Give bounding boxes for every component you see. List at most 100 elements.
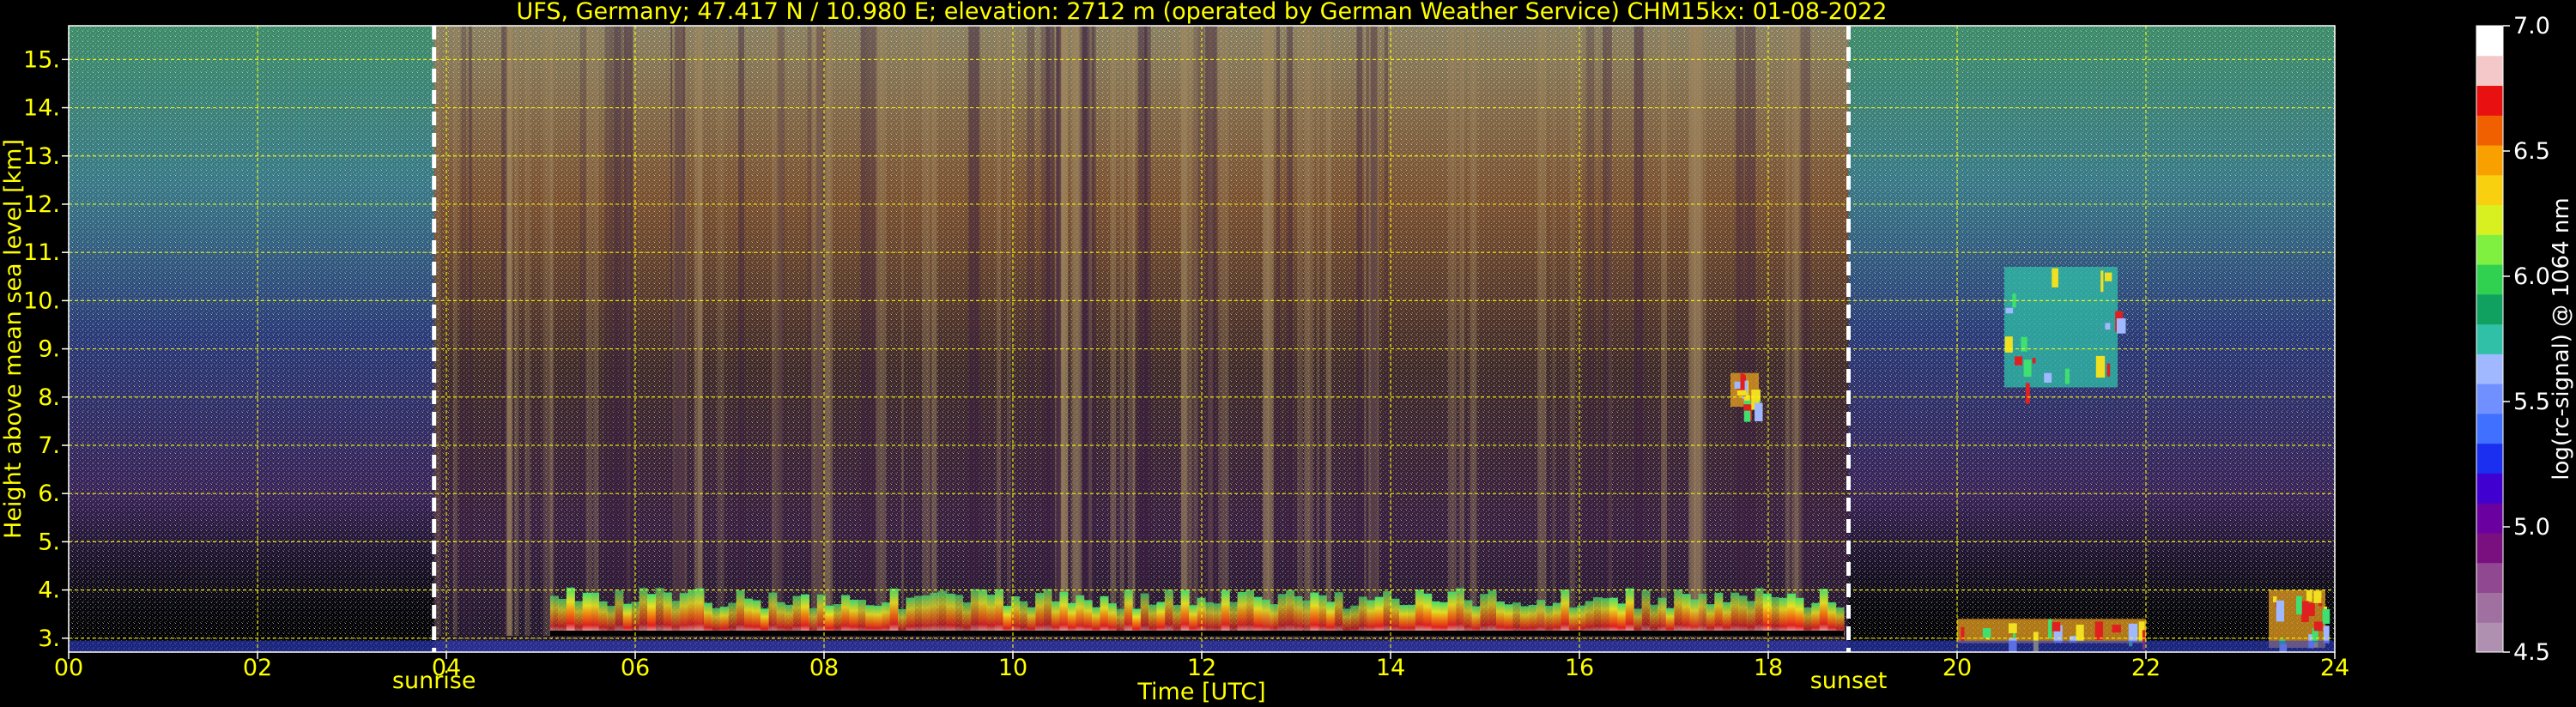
cloud-layer-segment bbox=[849, 599, 858, 637]
cloud-layer-segment bbox=[1601, 598, 1610, 637]
signal-streak bbox=[996, 26, 1002, 637]
signal-streak bbox=[674, 26, 685, 637]
cloud-base-shadow bbox=[550, 631, 1844, 637]
cloud-layer-segment bbox=[1762, 593, 1772, 637]
signal-streak bbox=[1088, 26, 1093, 637]
cloud-layer-segment bbox=[930, 592, 939, 637]
x-tick-label: 20 bbox=[1943, 655, 1972, 681]
cloud-layer-segment bbox=[744, 598, 754, 637]
y-tick-label: 7. bbox=[38, 432, 60, 459]
signal-streak bbox=[1785, 26, 1791, 637]
cloud-layer-segment bbox=[1593, 597, 1603, 637]
cloud-layer-segment bbox=[639, 588, 648, 637]
cloud-layer-segment bbox=[792, 595, 802, 637]
cloud-layer-segment bbox=[1537, 600, 1546, 637]
cloud-patch bbox=[1982, 628, 1991, 638]
y-tick-label: 14. bbox=[23, 95, 60, 122]
signal-streak bbox=[1661, 26, 1668, 637]
signal-streak bbox=[1193, 26, 1198, 637]
x-tick-label: 10 bbox=[998, 655, 1027, 681]
signal-streak bbox=[452, 26, 458, 637]
signal-streak bbox=[514, 26, 519, 637]
signal-streak bbox=[738, 26, 744, 637]
signal-streak bbox=[506, 26, 512, 637]
colorbar-swatch bbox=[2476, 323, 2503, 354]
signal-streak bbox=[876, 26, 887, 637]
x-tick-label: 18 bbox=[1754, 655, 1783, 681]
signal-streak bbox=[1633, 26, 1644, 637]
x-tick-label: 12 bbox=[1187, 655, 1216, 681]
cloud-layer-segment bbox=[1447, 591, 1457, 637]
cloud-layer-segment bbox=[679, 593, 688, 637]
cloud-layer-segment bbox=[1625, 588, 1634, 637]
cloud-layer-segment bbox=[1585, 601, 1594, 637]
signal-streak bbox=[1744, 26, 1756, 637]
cloud-layer-segment bbox=[1746, 601, 1755, 637]
colorbar-swatch bbox=[2476, 443, 2503, 474]
colorbar-tick-label: 5.0 bbox=[2513, 514, 2550, 541]
colorbar-swatch bbox=[2476, 562, 2503, 593]
cloud-patch bbox=[2064, 368, 2070, 384]
cloud-layer-segment bbox=[1755, 588, 1764, 637]
cloud-layer-segment bbox=[1771, 596, 1780, 637]
signal-streak bbox=[931, 26, 937, 637]
colorbar-label: log(rc-signal) @ 1064 nm bbox=[2549, 197, 2574, 480]
y-axis-label: Height above mean sea level [km] bbox=[0, 139, 27, 539]
signal-streak bbox=[1287, 26, 1294, 637]
cloud-layer-segment bbox=[1488, 590, 1497, 637]
cloud-patch bbox=[2276, 600, 2285, 622]
cloud-layer-segment bbox=[1738, 595, 1748, 637]
cloud-patch bbox=[2100, 270, 2104, 293]
cloud-layer-segment bbox=[954, 595, 963, 637]
signal-streak bbox=[865, 26, 877, 637]
signal-streak bbox=[1310, 26, 1313, 637]
cloud-layer-segment bbox=[1100, 595, 1109, 637]
cloud-patch bbox=[2005, 307, 2014, 314]
x-axis-label: Time [UTC] bbox=[1136, 679, 1265, 705]
y-tick-label: 11. bbox=[23, 239, 60, 266]
signal-streak bbox=[1459, 26, 1464, 637]
colorbar-swatch bbox=[2476, 55, 2503, 87]
cloud-layer-segment bbox=[800, 594, 809, 637]
cloud-patch bbox=[2301, 601, 2309, 623]
signal-streak bbox=[585, 26, 593, 637]
y-tick-label: 8. bbox=[38, 384, 60, 411]
colorbar-tick-label: 5.5 bbox=[2513, 389, 2550, 415]
signal-streak bbox=[968, 26, 980, 637]
cloud-layer-segment bbox=[1730, 592, 1740, 637]
cloud-layer-segment bbox=[566, 587, 575, 637]
cloud-layer-segment bbox=[1674, 589, 1683, 637]
colorbar-swatch bbox=[2476, 145, 2503, 176]
signal-streak bbox=[694, 26, 703, 637]
cloud-layer-segment bbox=[1714, 592, 1724, 637]
signal-streak bbox=[1297, 26, 1303, 637]
cloud-patch bbox=[2044, 372, 2052, 383]
cloud-layer-segment bbox=[1819, 589, 1828, 637]
cloud-layer-segment bbox=[1318, 595, 1327, 637]
y-tick-label: 10. bbox=[23, 287, 60, 314]
cloud-patch bbox=[2112, 625, 2121, 633]
cloud-layer-segment bbox=[1277, 594, 1287, 637]
cloud-layer-segment bbox=[615, 590, 624, 637]
signal-streak bbox=[1110, 26, 1117, 637]
cloud-layer-segment bbox=[752, 600, 761, 637]
cloud-layer-segment bbox=[922, 595, 931, 637]
cloud-layer-segment bbox=[1059, 591, 1069, 637]
cloud-layer-segment bbox=[1561, 589, 1570, 637]
cloud-layer-segment bbox=[1698, 593, 1707, 637]
cloud-layer-segment bbox=[1294, 595, 1303, 637]
cloud-layer-segment bbox=[1609, 597, 1618, 637]
colorbar-tick-label: 6.0 bbox=[2513, 263, 2550, 290]
cloud-patch bbox=[2295, 595, 2302, 615]
cloud-layer-segment bbox=[1480, 594, 1489, 637]
cloud-layer-segment bbox=[558, 598, 567, 637]
plot-area: sunrise sunset00 02 04 06 08 10 12 14 16 18 20 22 243… bbox=[23, 25, 2349, 694]
x-tick-label: 02 bbox=[243, 655, 272, 681]
cloud-layer-segment bbox=[1076, 595, 1085, 637]
signal-streak bbox=[1119, 26, 1124, 637]
x-tick-label: 16 bbox=[1565, 655, 1594, 681]
cloud-layer-segment bbox=[1423, 593, 1433, 637]
signal-streak bbox=[623, 26, 633, 637]
signal-streak bbox=[811, 26, 823, 637]
cloud-patch bbox=[2052, 622, 2061, 631]
